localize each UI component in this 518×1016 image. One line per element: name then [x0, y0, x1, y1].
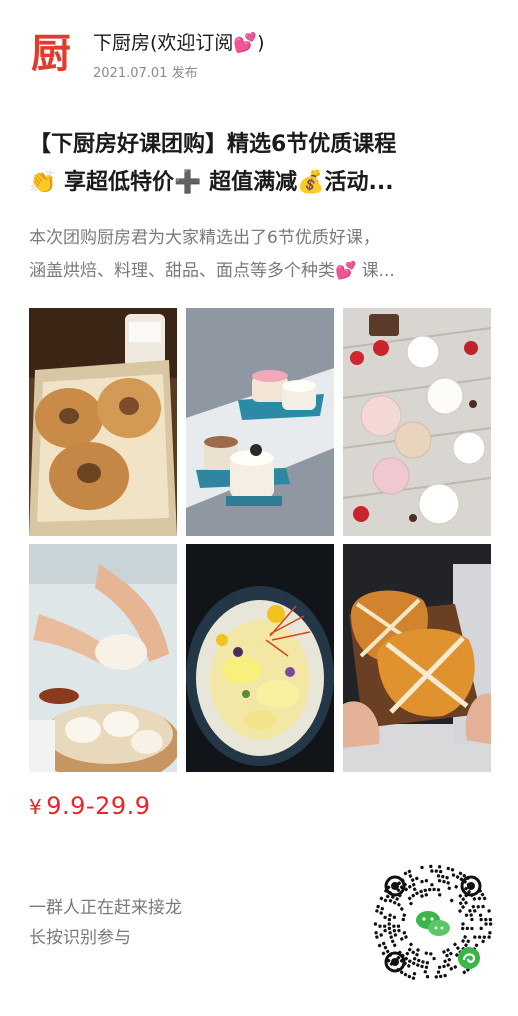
dessert-cups-photo[interactable] — [343, 308, 491, 536]
header: 厨 下厨房(欢迎订阅💕) 2021.07.01 发布 — [29, 24, 489, 88]
description-line-2: 涵盖烘焙、料理、甜品、面点等多个种类💕 课... — [29, 261, 395, 281]
description-line-1: 本次团购厨房君为大家精选出了6节优质好课， — [29, 228, 380, 248]
join-prompt: 一群人正在赶来接龙 长按识别参与 — [29, 893, 182, 953]
join-prompt-line-1: 一群人正在赶来接龙 — [29, 898, 182, 918]
mini-program-icon — [458, 947, 480, 969]
price-range: ¥9.9-29.9 — [29, 792, 151, 820]
cross-buns-photo[interactable] — [343, 544, 491, 772]
currency-symbol: ¥ — [29, 795, 43, 819]
egg-dish-photo[interactable] — [186, 544, 334, 772]
xiachufang-logo[interactable]: 厨 — [29, 30, 73, 77]
join-prompt-line-2: 长按识别参与 — [29, 928, 131, 948]
mini-program-qr-code[interactable] — [371, 862, 495, 986]
drip-cakes-photo[interactable] — [186, 308, 334, 536]
sugar-donuts-photo[interactable] — [29, 308, 177, 536]
dumplings-photo[interactable] — [29, 544, 177, 772]
title-line-1: 【下厨房好课团购】精选6节优质课程 — [29, 132, 397, 157]
photo-gallery — [29, 308, 491, 772]
title-line-2: 👏 享超低特价➕ 超值满减💰活动... — [29, 170, 394, 195]
price-value: 9.9-29.9 — [46, 792, 151, 820]
logo-glyph: 厨 — [31, 31, 71, 74]
post-date: 2021.07.01 发布 — [93, 66, 198, 81]
group-name[interactable]: 下厨房(欢迎订阅💕) — [93, 28, 264, 55]
post-title: 【下厨房好课团购】精选6节优质课程 👏 享超低特价➕ 超值满减💰活动... — [29, 126, 491, 202]
post-description: 本次团购厨房君为大家精选出了6节优质好课， 涵盖烘焙、料理、甜品、面点等多个种类… — [29, 222, 491, 288]
